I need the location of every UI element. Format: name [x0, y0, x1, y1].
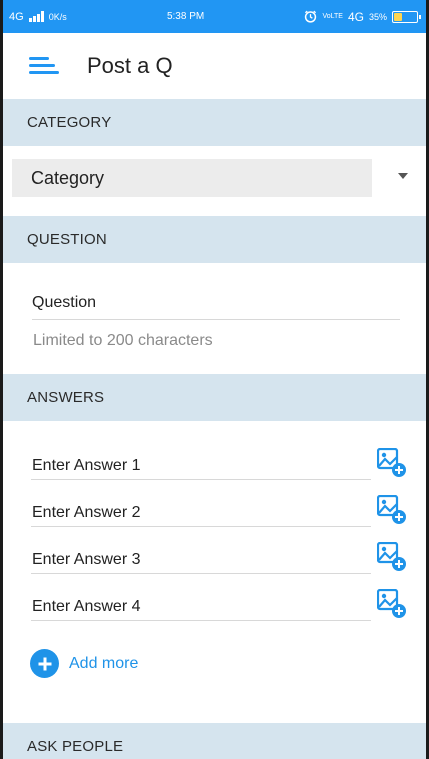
status-bar: 4G 0K/s 5:38 PM VoLTE 4G 35% — [3, 0, 426, 33]
answer-input-3[interactable]: Enter Answer 3 — [31, 546, 371, 574]
answer-row: Enter Answer 2 — [31, 495, 411, 529]
answer-input-4[interactable]: Enter Answer 4 — [31, 593, 371, 621]
battery-fill — [393, 12, 402, 21]
answer-input-1[interactable]: Enter Answer 1 — [31, 452, 371, 480]
answer-row: Enter Answer 3 — [31, 542, 411, 576]
answer-input-2[interactable]: Enter Answer 2 — [31, 499, 371, 527]
alarm-icon — [305, 10, 317, 23]
add-image-icon[interactable] — [377, 495, 407, 525]
add-image-icon[interactable] — [377, 542, 407, 572]
status-left: 4G 0K/s — [9, 11, 67, 23]
toolbar: Post a Q — [3, 33, 426, 99]
chevron-down-icon[interactable] — [398, 173, 408, 179]
app-screen: 4G 0K/s 5:38 PM VoLTE 4G 35% Post a Q CA… — [3, 0, 426, 759]
question-section-header: QUESTION — [3, 216, 426, 263]
status-right: VoLTE 4G 35% — [304, 9, 421, 24]
volte-label: VoLTE — [322, 13, 343, 20]
category-block: Category — [3, 146, 426, 216]
battery-icon — [391, 10, 421, 23]
category-section-header: CATEGORY — [3, 99, 426, 146]
plus-circle-icon — [30, 649, 59, 678]
add-image-icon[interactable] — [377, 448, 407, 478]
category-dropdown[interactable]: Category — [12, 159, 372, 197]
answers-block: Enter Answer 1 Enter Answer 2 Enter Answ… — [3, 421, 426, 723]
network-type: 4G — [9, 10, 24, 23]
signal-icon — [28, 11, 44, 22]
add-more-label: Add more — [69, 654, 139, 672]
page-title: Post a Q — [87, 53, 173, 78]
battery-level: 35% — [368, 11, 387, 22]
menu-icon[interactable] — [29, 55, 59, 77]
answer-row: Enter Answer 1 — [31, 448, 411, 482]
data-speed: 0K/s — [48, 11, 67, 22]
network-type-right: 4G — [347, 9, 364, 24]
question-helper-text: Limited to 200 characters — [33, 332, 213, 349]
status-time: 5:38 PM — [166, 11, 205, 22]
add-more-button[interactable]: Add more — [30, 649, 138, 678]
add-image-icon[interactable] — [377, 589, 407, 619]
answer-row: Enter Answer 4 — [31, 589, 411, 623]
answers-section-header: ANSWERS — [3, 374, 426, 421]
ask-people-section-header: ASK PEOPLE — [3, 723, 426, 759]
question-block: Question Limited to 200 characters — [3, 263, 426, 374]
question-input[interactable]: Question — [32, 294, 400, 320]
